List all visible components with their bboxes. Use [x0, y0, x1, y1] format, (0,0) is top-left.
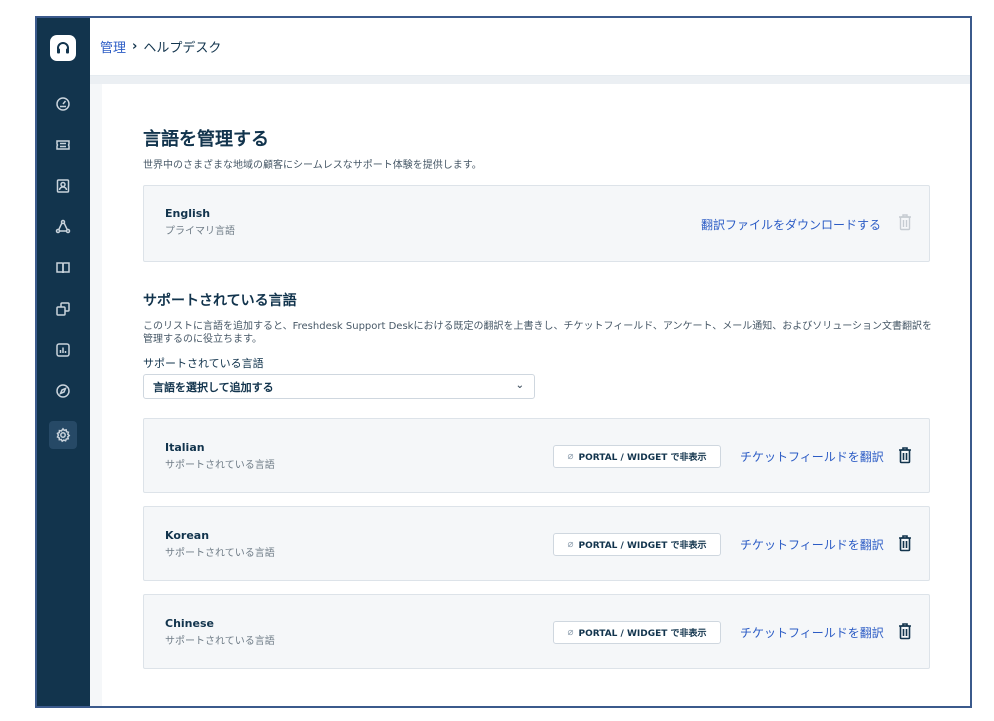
book-icon[interactable]: [49, 254, 77, 282]
hide-in-portal-label: PORTAL / WIDGET で非表示: [578, 541, 707, 551]
eye-off-icon: ⌀: [567, 451, 574, 462]
logo-headset-icon[interactable]: [50, 35, 76, 61]
contacts-icon[interactable]: [49, 172, 77, 200]
delete-icon[interactable]: [898, 622, 912, 640]
breadcrumb-separator: ›: [132, 39, 138, 54]
hide-in-portal-label: PORTAL / WIDGET で非表示: [578, 453, 707, 463]
settings-icon[interactable]: [49, 421, 77, 449]
hide-in-portal-button[interactable]: ⌀ PORTAL / WIDGET で非表示: [553, 445, 721, 468]
delete-icon[interactable]: [898, 534, 912, 552]
language-select[interactable]: 言語を選択して追加する ⌄: [143, 374, 535, 399]
reports-icon[interactable]: [49, 336, 77, 364]
chevron-down-icon: ⌄: [515, 380, 524, 391]
delete-icon[interactable]: [898, 446, 912, 464]
breadcrumb: 管理 › ヘルプデスク: [90, 18, 970, 76]
language-select-value: 言語を選択して追加する: [153, 380, 274, 394]
supported-languages-description: このリストに言語を追加すると、Freshdesk Support Deskにおけ…: [143, 321, 933, 345]
supported-languages-title: サポートされている言語: [143, 293, 297, 309]
app-window: 管理 › ヘルプデスク 言語を管理する 世界中のさまざまな地域の顧客にシームレス…: [35, 16, 972, 708]
social-icon[interactable]: [49, 213, 77, 241]
page-title: 言語を管理する: [143, 129, 269, 150]
page-description: 世界中のさまざまな地域の顧客にシームレスなサポート体験を提供します。: [143, 160, 482, 171]
language-card-korean: Korean サポートされている言語 ⌀ PORTAL / WIDGET で非表…: [143, 506, 930, 581]
eye-off-icon: ⌀: [567, 627, 574, 638]
hide-in-portal-label: PORTAL / WIDGET で非表示: [578, 629, 707, 639]
translate-ticket-fields-link[interactable]: チケットフィールドを翻訳: [740, 624, 884, 641]
hide-in-portal-button[interactable]: ⌀ PORTAL / WIDGET で非表示: [553, 533, 721, 556]
primary-language-card: English プライマリ言語 翻訳ファイルをダウンロードする: [143, 185, 930, 262]
delete-icon-disabled: [898, 213, 912, 231]
language-card-italian: Italian サポートされている言語 ⌀ PORTAL / WIDGET で非…: [143, 418, 930, 493]
download-translation-link[interactable]: 翻訳ファイルをダウンロードする: [701, 216, 881, 233]
translate-ticket-fields-link[interactable]: チケットフィールドを翻訳: [740, 536, 884, 553]
ticket-icon[interactable]: [49, 131, 77, 159]
eye-off-icon: ⌀: [567, 539, 574, 550]
main-content: 言語を管理する 世界中のさまざまな地域の顧客にシームレスなサポート体験を提供しま…: [102, 84, 970, 706]
dashboard-icon[interactable]: [49, 90, 77, 118]
breadcrumb-current: ヘルプデスク: [143, 41, 222, 56]
language-select-label: サポートされている言語: [143, 357, 264, 370]
translate-ticket-fields-link[interactable]: チケットフィールドを翻訳: [740, 448, 884, 465]
compass-icon[interactable]: [49, 377, 77, 405]
hide-in-portal-button[interactable]: ⌀ PORTAL / WIDGET で非表示: [553, 621, 721, 644]
copy-icon[interactable]: [49, 295, 77, 323]
header-divider: [90, 76, 970, 84]
sidebar: [37, 18, 90, 706]
breadcrumb-admin-link[interactable]: 管理: [100, 37, 126, 56]
language-card-chinese: Chinese サポートされている言語 ⌀ PORTAL / WIDGET で非…: [143, 594, 930, 669]
